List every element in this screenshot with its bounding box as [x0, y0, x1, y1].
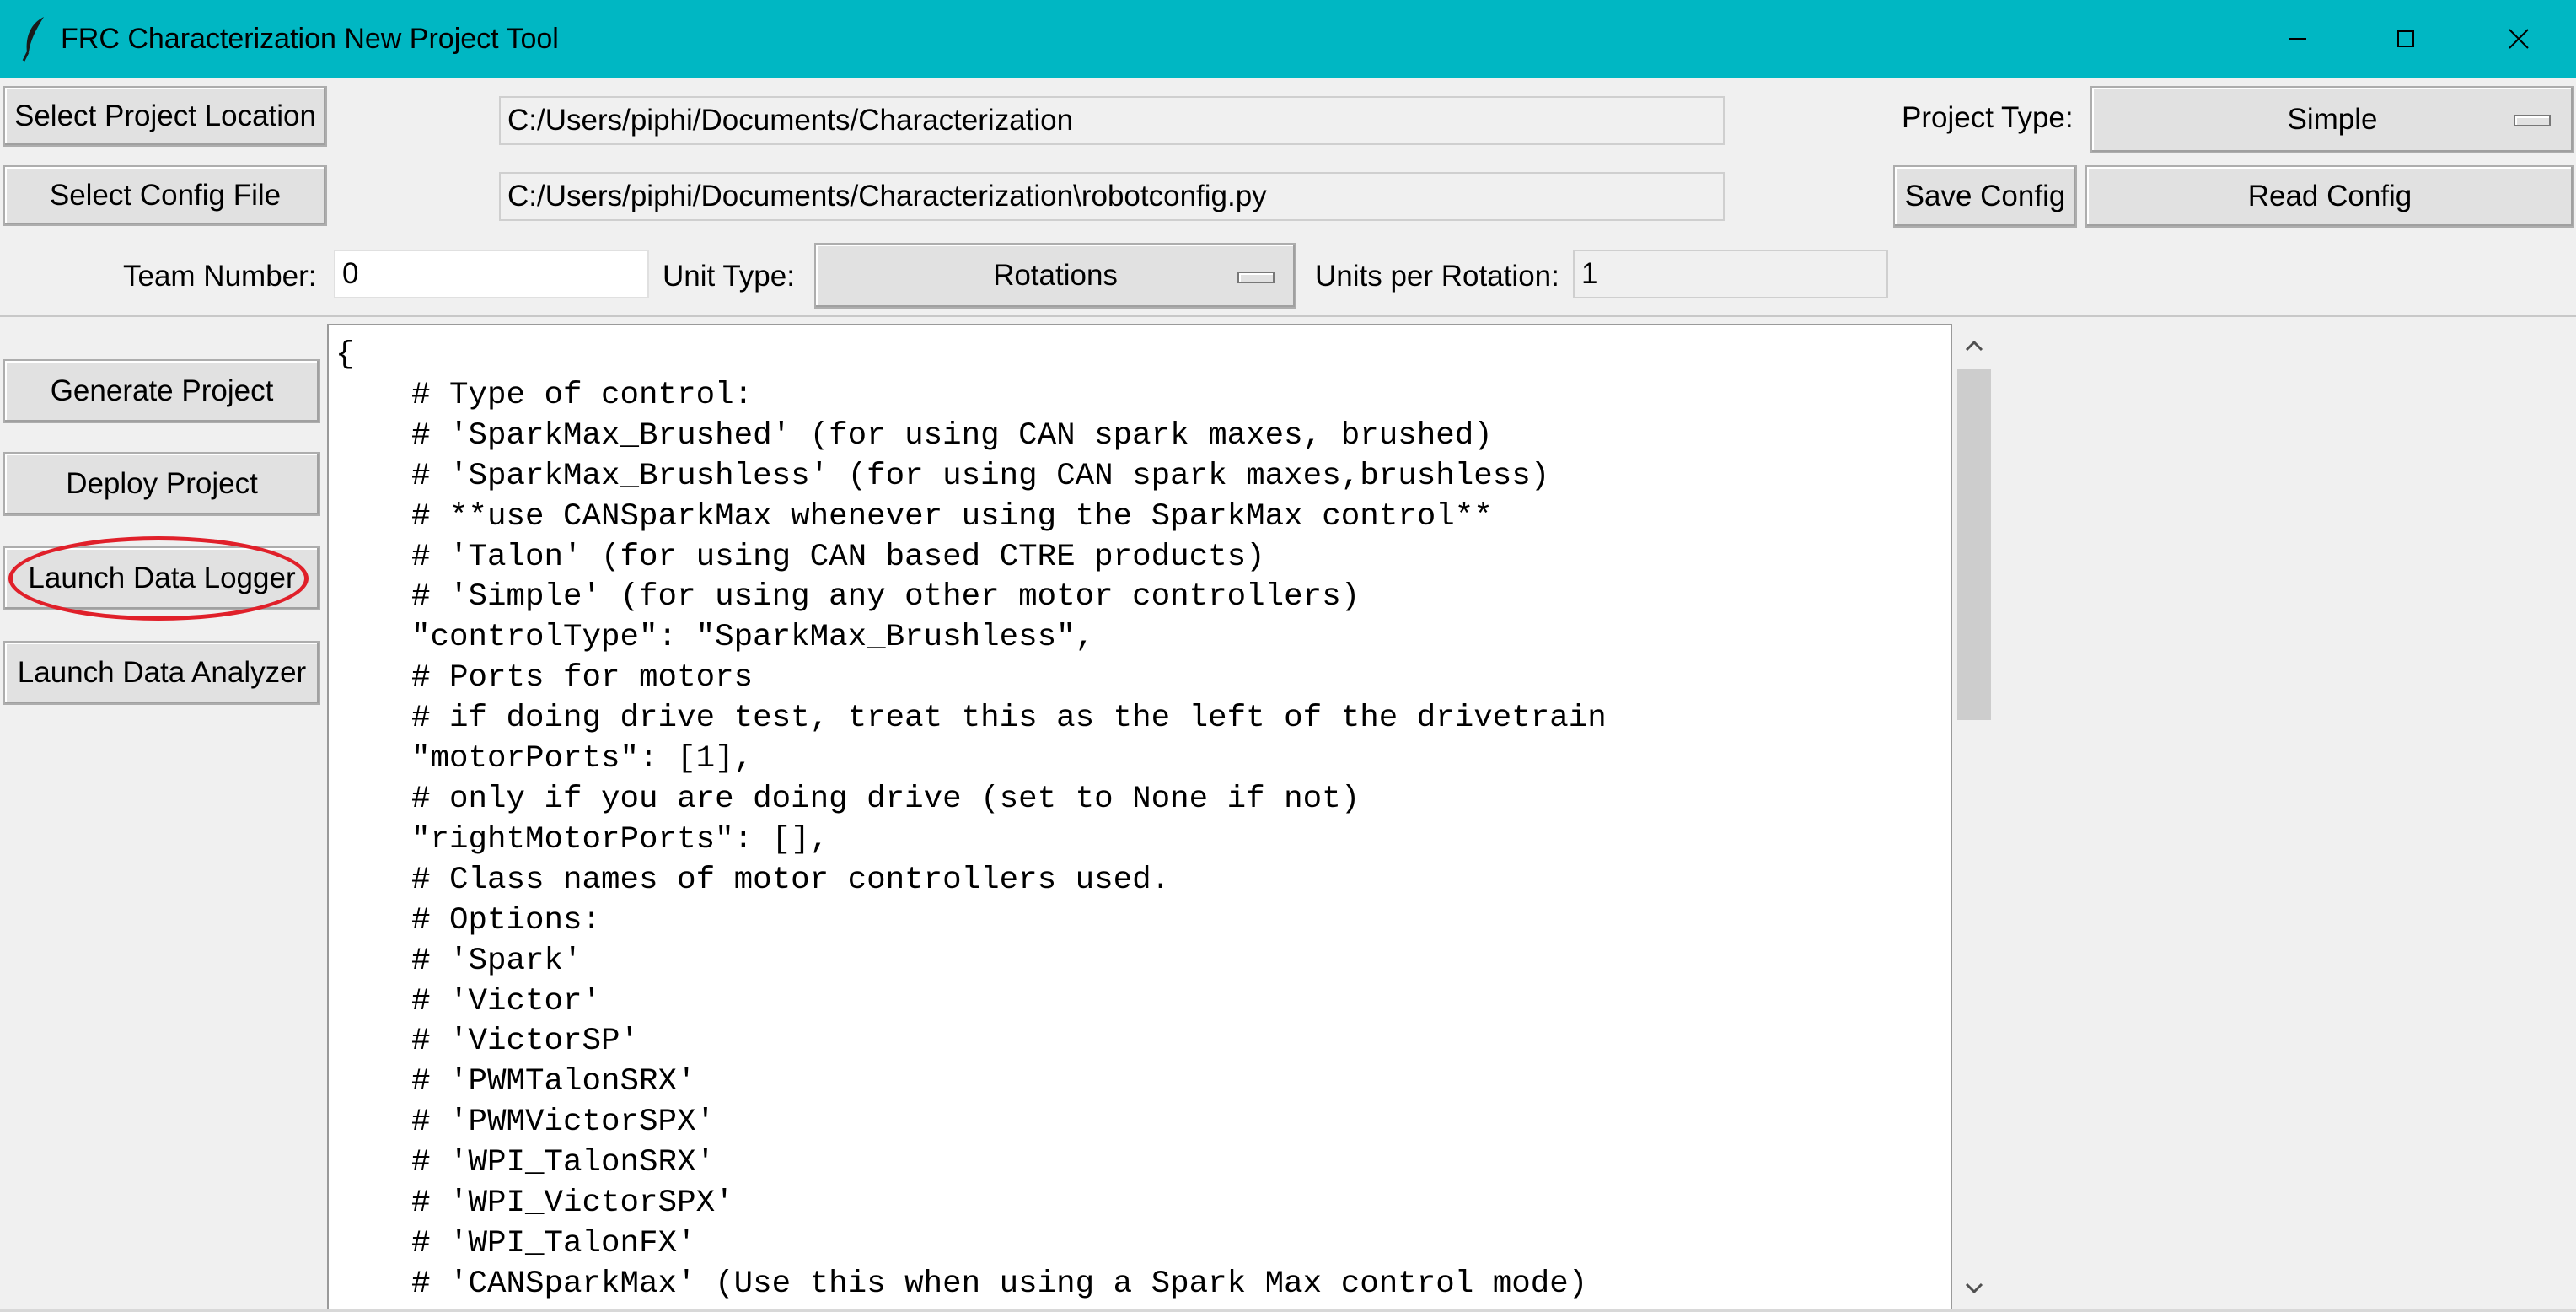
config-file-field[interactable]: C:/Users/piphi/Documents/Characterizatio… [499, 172, 1725, 221]
units-per-rotation-label: Units per Rotation: [1315, 260, 1559, 293]
unit-type-label: Unit Type: [663, 260, 795, 293]
close-button[interactable] [2461, 0, 2576, 78]
launch-data-analyzer-button[interactable]: Launch Data Analyzer [3, 641, 320, 705]
select-config-file-button[interactable]: Select Config File [3, 165, 327, 226]
config-text[interactable]: { # Type of control: # 'SparkMax_Brushed… [335, 336, 1607, 1305]
team-number-input[interactable]: 0 [334, 250, 649, 298]
project-type-label: Project Type: [1902, 101, 2074, 134]
scroll-thumb[interactable] [1957, 369, 1991, 720]
scroll-up-button[interactable] [1952, 324, 1996, 368]
save-config-button[interactable]: Save Config [1893, 165, 2077, 228]
deploy-project-button[interactable]: Deploy Project [3, 452, 320, 516]
project-location-field[interactable]: C:/Users/piphi/Documents/Characterizatio… [499, 96, 1725, 145]
unit-type-dropdown[interactable]: Rotations [814, 243, 1296, 309]
scroll-down-button[interactable] [1952, 1266, 1996, 1310]
minimize-button[interactable] [2241, 0, 2355, 78]
dropdown-indicator-icon [1237, 272, 1275, 283]
window-title: FRC Characterization New Project Tool [61, 23, 559, 55]
editor-scrollbar[interactable] [1952, 324, 1996, 1312]
minimize-icon [2289, 38, 2306, 40]
title-bar: FRC Characterization New Project Tool [0, 0, 2576, 78]
chevron-up-icon [1965, 340, 1983, 352]
team-number-label: Team Number: [123, 260, 317, 293]
generate-project-button[interactable]: Generate Project [3, 359, 320, 423]
config-editor[interactable]: { # Type of control: # 'SparkMax_Brushed… [327, 324, 1952, 1312]
read-config-button[interactable]: Read Config [2085, 165, 2574, 228]
maximize-icon [2397, 30, 2414, 47]
unit-type-value: Rotations [993, 259, 1118, 292]
select-project-location-button[interactable]: Select Project Location [3, 86, 327, 147]
dropdown-indicator-icon [2514, 115, 2551, 126]
project-type-value: Simple [2287, 103, 2378, 136]
project-type-dropdown[interactable]: Simple [2090, 86, 2574, 153]
divider [0, 315, 2576, 317]
close-icon [2509, 29, 2529, 49]
chevron-down-icon [1965, 1282, 1983, 1294]
launch-data-logger-button[interactable]: Launch Data Logger [3, 546, 320, 610]
maximize-button[interactable] [2348, 0, 2463, 78]
units-per-rotation-input[interactable]: 1 [1573, 250, 1888, 298]
bottom-border [0, 1309, 2576, 1312]
feather-icon [22, 17, 44, 62]
